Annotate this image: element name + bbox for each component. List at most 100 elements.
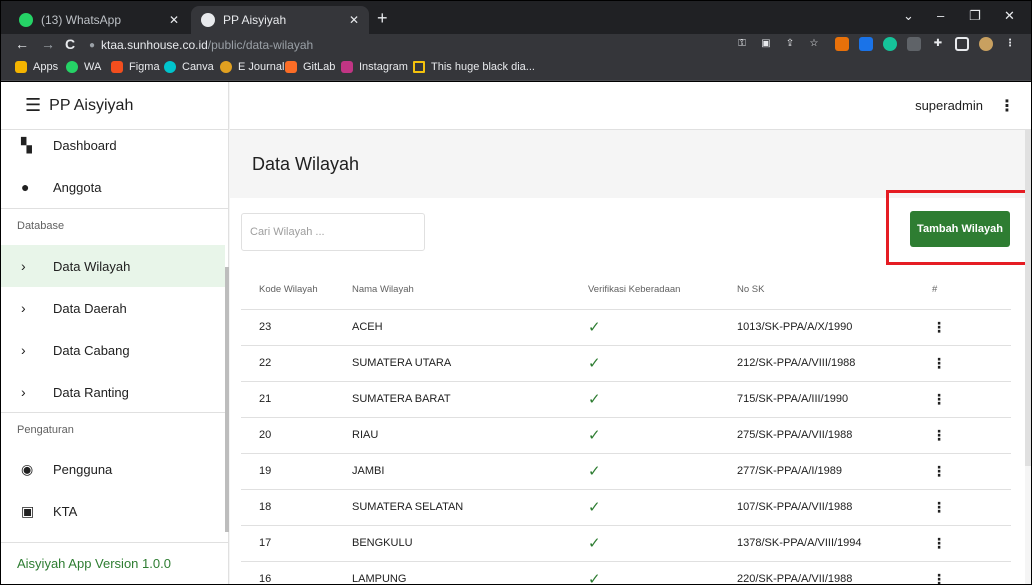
- row-menu-icon[interactable]: ⋮: [932, 319, 946, 335]
- key-icon[interactable]: ⚿: [735, 37, 749, 51]
- sidebar-item-label: Pengguna: [53, 461, 113, 477]
- check-icon: ✓: [588, 427, 601, 444]
- sidebar: ☰ PP Aisyiyah ▚ Dashboard ● Anggota Data…: [1, 82, 229, 584]
- page-title: Data Wilayah: [252, 154, 360, 174]
- table-row: 17 BENGKULU ✓ 1378/SK-PPA/A/VIII/1994 ⋮: [241, 525, 1011, 562]
- new-tab-button[interactable]: +: [377, 8, 388, 29]
- add-wilayah-button[interactable]: Tambah Wilayah: [910, 211, 1010, 247]
- forward-button[interactable]: →: [41, 36, 55, 52]
- current-user[interactable]: superadmin: [915, 98, 983, 113]
- browser-menu-icon[interactable]: ⋮: [1003, 37, 1017, 51]
- chevron-right-icon: ›: [21, 300, 26, 316]
- bookmark-figma[interactable]: Figma: [111, 61, 160, 73]
- sidebar-scrollbar[interactable]: [225, 267, 229, 532]
- check-icon: ✓: [588, 319, 601, 336]
- whatsapp-icon: [66, 61, 78, 73]
- check-icon: ✓: [588, 391, 601, 408]
- tab-whatsapp[interactable]: (13) WhatsApp ✕: [9, 6, 189, 34]
- grammarly-icon[interactable]: [883, 37, 897, 51]
- sidebar-item-anggota[interactable]: ● Anggota: [1, 166, 225, 208]
- table-row: 23 ACEH ✓ 1013/SK-PPA/A/X/1990 ⋮: [241, 309, 1011, 346]
- tab-search-icon[interactable]: ⌄: [903, 8, 914, 24]
- table-row: 19 JAMBI ✓ 277/SK-PPA/A/I/1989 ⋮: [241, 453, 1011, 490]
- close-tab-icon[interactable]: ✕: [169, 13, 179, 27]
- star-icon[interactable]: ☆: [807, 37, 821, 51]
- row-menu-icon[interactable]: ⋮: [932, 571, 946, 585]
- chevron-right-icon: ›: [21, 258, 26, 274]
- chevron-right-icon: ›: [21, 384, 26, 400]
- tab-pp-aisyiyah[interactable]: PP Aisyiyah ✕: [191, 6, 369, 34]
- bookmark-canva[interactable]: Canva: [164, 61, 214, 73]
- column-header-nama: Nama Wilayah: [352, 271, 584, 310]
- cell-nama: SUMATERA BARAT: [352, 381, 584, 418]
- back-button[interactable]: ←: [15, 36, 29, 52]
- badge-icon: ▣: [21, 502, 35, 519]
- bookmark-label: GitLab: [303, 61, 336, 73]
- translate-icon[interactable]: ▣: [759, 37, 773, 51]
- bookmark-gitlab[interactable]: GitLab: [285, 61, 335, 73]
- search-input[interactable]: Cari Wilayah ...: [241, 213, 425, 251]
- bookmark-apps[interactable]: Apps: [15, 61, 58, 73]
- bookmark-page-icon: [413, 61, 425, 73]
- chevron-right-icon: ›: [21, 342, 26, 358]
- hamburger-menu-icon[interactable]: ☰: [25, 95, 41, 116]
- column-header-verifikasi: Verifikasi Keberadaan: [584, 271, 737, 310]
- bookmark-ejournal[interactable]: E Journal: [220, 61, 284, 73]
- more-vert-icon[interactable]: ⋮: [999, 96, 1015, 116]
- browser-tab-bar: (13) WhatsApp ✕ PP Aisyiyah ✕ + ⌄ – ❐ ✕: [1, 1, 1031, 34]
- sidebar-item-data-daerah[interactable]: › Data Daerah: [1, 287, 225, 329]
- cell-kode: 23: [241, 309, 352, 346]
- restore-button[interactable]: ❐: [969, 8, 981, 24]
- extension-sc-icon[interactable]: [835, 37, 849, 51]
- bookmark-label: E Journal: [238, 61, 285, 73]
- profile-avatar[interactable]: [979, 37, 993, 51]
- main-content: superadmin ⋮ Data Wilayah Cari Wilayah .…: [230, 82, 1031, 584]
- table-row: 16 LAMPUNG ✓ 220/SK-PPA/A/VII/1988 ⋮: [241, 561, 1011, 584]
- sidebar-item-data-ranting[interactable]: › Data Ranting: [1, 371, 225, 413]
- row-menu-icon[interactable]: ⋮: [932, 463, 946, 479]
- check-icon: ✓: [588, 355, 601, 372]
- row-menu-icon[interactable]: ⋮: [932, 355, 946, 371]
- cell-kode: 16: [241, 561, 352, 584]
- sidebar-item-data-cabang[interactable]: › Data Cabang: [1, 329, 225, 371]
- app-version: Aisyiyah App Version 1.0.0: [1, 542, 229, 584]
- sidebar-item-label: Data Daerah: [53, 300, 127, 316]
- share-icon[interactable]: ⇪: [783, 37, 797, 51]
- sidebar-item-label: Dashboard: [53, 137, 117, 153]
- instagram-icon: [341, 61, 353, 73]
- figma-icon: [111, 61, 123, 73]
- address-bar[interactable]: ● ktaa.sunhouse.co.id/public/data-wilaya…: [89, 35, 729, 55]
- reload-button[interactable]: C: [65, 36, 75, 52]
- bookmark-huge-black-dia[interactable]: This huge black dia...: [413, 61, 535, 73]
- sidebar-item-pengguna[interactable]: ◉ Pengguna: [1, 448, 225, 490]
- sidebar-item-data-wilayah[interactable]: › Data Wilayah: [1, 245, 225, 287]
- tab-label: PP Aisyiyah: [223, 13, 287, 27]
- extension-gray-icon[interactable]: [907, 37, 921, 51]
- sidebar-item-kta[interactable]: ▣ KTA: [1, 490, 225, 532]
- gitlab-icon: [285, 61, 297, 73]
- row-menu-icon[interactable]: ⋮: [932, 535, 946, 551]
- main-scrollbar[interactable]: [1025, 130, 1031, 466]
- row-menu-icon[interactable]: ⋮: [932, 499, 946, 515]
- cell-nama: ACEH: [352, 309, 584, 346]
- sidebar-item-dashboard[interactable]: ▚ Dashboard: [1, 124, 225, 166]
- row-menu-icon[interactable]: ⋮: [932, 391, 946, 407]
- cell-kode: 21: [241, 381, 352, 418]
- minimize-button[interactable]: –: [937, 8, 944, 23]
- bookmark-label: Apps: [33, 61, 59, 73]
- check-icon: ✓: [588, 463, 601, 480]
- apps-grid-icon: [15, 61, 27, 73]
- close-tab-icon[interactable]: ✕: [349, 13, 359, 27]
- row-menu-icon[interactable]: ⋮: [932, 427, 946, 443]
- table-row: 18 SUMATERA SELATAN ✓ 107/SK-PPA/A/VII/1…: [241, 489, 1011, 526]
- bookmark-instagram[interactable]: Instagram: [341, 61, 408, 73]
- puzzle-icon[interactable]: ✚: [931, 37, 945, 51]
- bookmark-label: Instagram: [359, 61, 408, 73]
- column-header-kode: Kode Wilayah: [241, 271, 352, 310]
- extension-blue-icon[interactable]: [859, 37, 873, 51]
- sidebar-item-label: Data Ranting: [53, 384, 129, 400]
- side-panel-icon[interactable]: [955, 37, 969, 51]
- close-window-button[interactable]: ✕: [1004, 8, 1015, 24]
- bookmark-wa[interactable]: WA: [66, 61, 101, 73]
- cell-no-sk: 212/SK-PPA/A/VIII/1988: [737, 345, 920, 382]
